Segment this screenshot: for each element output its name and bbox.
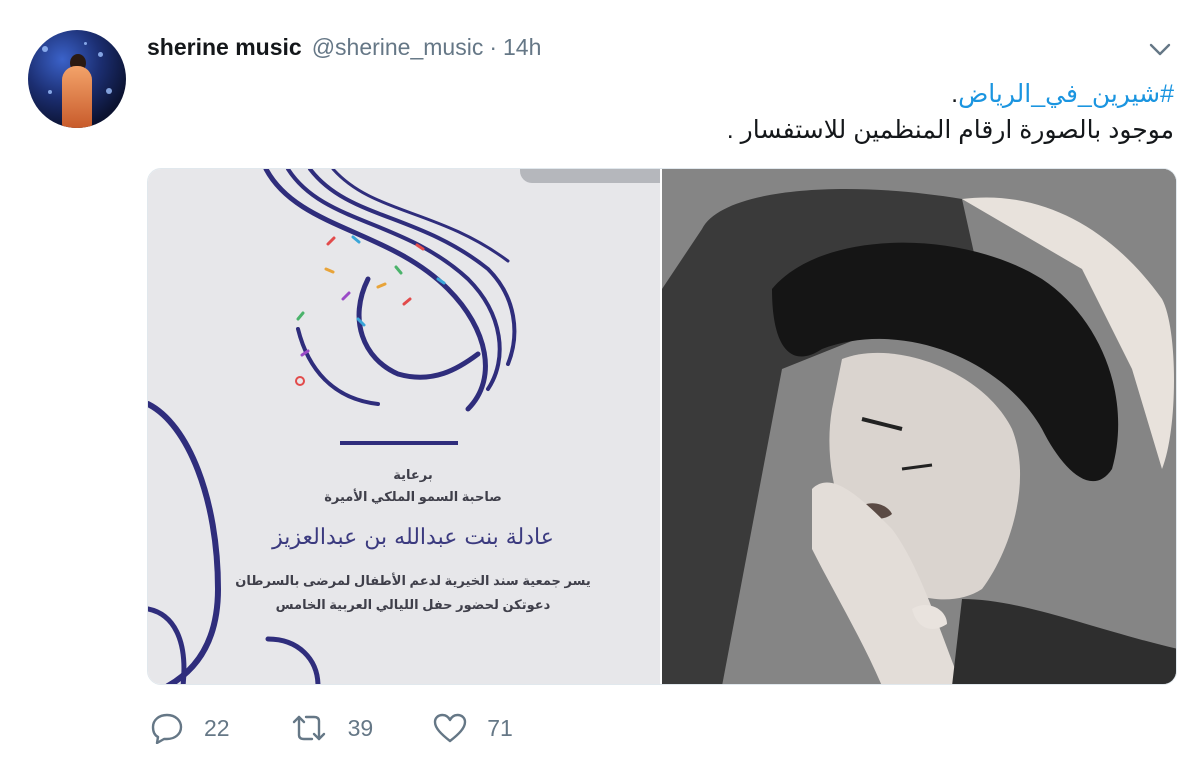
timestamp[interactable]: 14h (503, 34, 541, 61)
card-princess-name: عادلة بنت عبدالله بن عبدالعزيز (272, 525, 554, 550)
media-grid: برعاية صاحبة السمو الملكي الأميرة عادلة … (147, 168, 1177, 685)
user-handle[interactable]: @sherine_music (312, 34, 484, 61)
portrait-photo (662, 169, 1176, 684)
card-sponsor-text: برعاية (393, 467, 433, 482)
tweet-text-line1: #شيرين_في_الرياض. (147, 76, 1174, 112)
reply-count: 22 (204, 714, 230, 741)
heart-icon[interactable] (433, 713, 467, 743)
card-princess-title: صاحبة السمو الملكي الأميرة (324, 489, 502, 504)
tweet-actions: 22 39 71 (150, 712, 573, 744)
reply-button[interactable]: 22 (150, 712, 230, 744)
display-name[interactable]: sherine music (147, 34, 302, 61)
like-button[interactable]: 71 (433, 713, 513, 743)
retweet-count: 39 (347, 714, 374, 741)
tweet-text: #شيرين_في_الرياض. موجود بالصورة ارقام ال… (147, 76, 1174, 148)
media-image-portrait[interactable] (662, 169, 1176, 684)
separator-dot: · (489, 34, 497, 60)
tweet-card[interactable]: sherine music @sherine_music · 14h #شيري… (0, 0, 1200, 770)
like-count: 71 (487, 714, 513, 741)
avatar[interactable] (28, 30, 126, 128)
reply-icon[interactable] (150, 712, 184, 744)
card-invite-line1: يسر جمعية سند الخيرية لدعم الأطفال لمرضى… (235, 573, 591, 588)
media-image-invitation[interactable]: برعاية صاحبة السمو الملكي الأميرة عادلة … (148, 169, 660, 684)
retweet-button[interactable]: 39 (290, 713, 374, 743)
divider-rule (340, 441, 458, 445)
tweet-text-line2: موجود بالصورة ارقام المنظمين للاستفسار . (726, 116, 1174, 144)
chevron-down-icon[interactable] (1146, 36, 1174, 64)
retweet-icon[interactable] (290, 713, 328, 743)
hashtag-link[interactable]: #شيرين_في_الرياض (958, 80, 1174, 108)
tweet-header: sherine music @sherine_music · 14h (147, 34, 541, 62)
card-invite-line2: دعوتكن لحضور حفل الليالي العربية الخامس (275, 597, 551, 612)
